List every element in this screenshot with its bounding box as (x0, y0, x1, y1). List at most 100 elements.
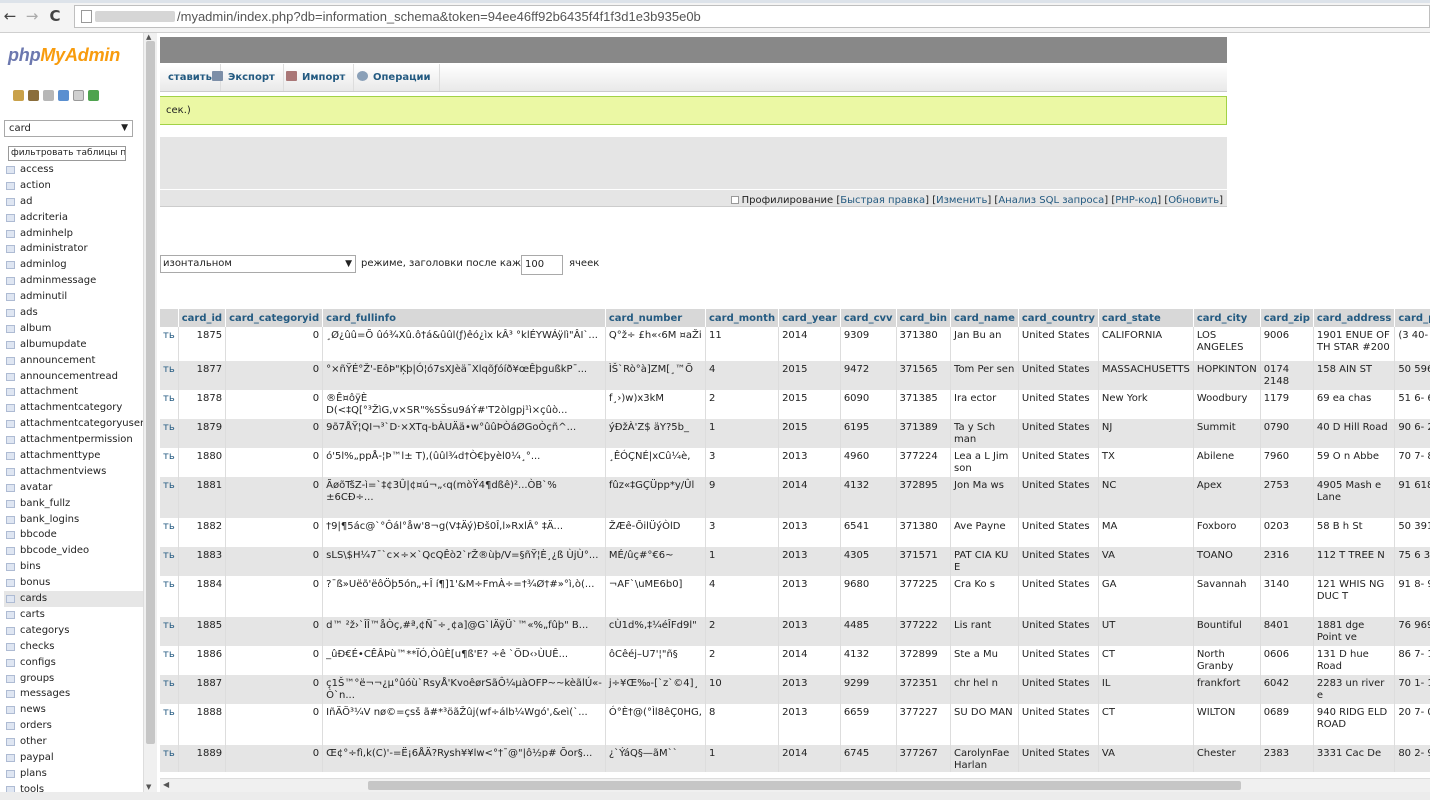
horizontal-scrollbar[interactable]: ◀ (160, 778, 1430, 792)
phpmyadmin-logo[interactable]: phpMyAdmin (8, 45, 120, 66)
sidebar-table-ads[interactable]: ads (4, 305, 143, 321)
sidebar-table-albumupdate[interactable]: albumupdate (4, 337, 143, 353)
column-header-card-cvv[interactable]: card_cvv (840, 309, 897, 327)
sidebar-scrollbar[interactable]: ▲ ▼ (143, 33, 157, 792)
row-action-link[interactable]: ть (160, 477, 179, 518)
row-action-link[interactable]: ть (160, 448, 179, 477)
sidebar-table-configs[interactable]: configs (4, 655, 143, 671)
sidebar-table-groups[interactable]: groups (4, 671, 143, 687)
sidebar-table-messages[interactable]: messages (4, 686, 143, 702)
docs-icon[interactable] (58, 90, 69, 101)
cell-card-country: United States (1018, 646, 1099, 675)
column-header-card-name[interactable]: card_name (950, 309, 1019, 327)
tab-operations[interactable]: Операции (349, 64, 440, 91)
sidebar-table-announcement[interactable]: announcement (4, 353, 143, 369)
repeat-cells-input[interactable]: 100 (521, 255, 563, 275)
database-icon[interactable] (28, 90, 39, 101)
sidebar-table-attachmentviews[interactable]: attachmentviews (4, 464, 143, 480)
refresh-link[interactable]: Обновить (1168, 195, 1219, 206)
row-action-link[interactable]: ть (160, 646, 179, 675)
sidebar-table-bbcode[interactable]: bbcode (4, 527, 143, 543)
sidebar-table-bank-logins[interactable]: bank_logins (4, 512, 143, 528)
php-code-link[interactable]: PHP-код (1115, 195, 1157, 206)
column-header-card-id[interactable]: card_id (178, 309, 227, 327)
tab-export[interactable]: Экспорт (204, 64, 284, 91)
sidebar-table-categorys[interactable]: categorys (4, 623, 143, 639)
profiling-checkbox[interactable] (730, 196, 739, 204)
edit-link[interactable]: Изменить (936, 195, 987, 206)
row-action-link[interactable]: ть (160, 675, 179, 704)
scroll-left-icon[interactable]: ◀ (163, 780, 169, 789)
sidebar-table-adminlog[interactable]: adminlog (4, 257, 143, 273)
tab-import[interactable]: Импорт (278, 64, 355, 91)
sidebar-table-bbcode-video[interactable]: bbcode_video (4, 543, 143, 559)
scroll-up-icon[interactable]: ▲ (146, 33, 151, 41)
row-action-link[interactable]: ть (160, 518, 179, 547)
sidebar-table-action[interactable]: action (4, 178, 143, 194)
sidebar-table-bins[interactable]: bins (4, 559, 143, 575)
column-header-card-year[interactable]: card_year (778, 309, 841, 327)
column-header-card-number[interactable]: card_number (605, 309, 706, 327)
reload-icon[interactable] (88, 90, 99, 101)
column-header-card-fullinfo[interactable]: card_fullinfo (322, 309, 606, 327)
column-header-card-city[interactable]: card_city (1193, 309, 1261, 327)
database-select[interactable]: card ▼ (4, 120, 133, 137)
display-mode-select[interactable]: изонтальном ▼ (160, 255, 356, 273)
sidebar-table-announcementread[interactable]: announcementread (4, 369, 143, 385)
home-icon[interactable] (13, 90, 24, 101)
table-filter-input[interactable]: фильтровать таблицы по (8, 146, 126, 161)
column-header-card-bin[interactable]: card_bin (896, 309, 952, 327)
sidebar-scroll-thumb[interactable] (146, 41, 155, 744)
column-header-card-country[interactable]: card_country (1018, 309, 1099, 327)
sidebar-table-carts[interactable]: carts (4, 607, 143, 623)
sidebar-table-ad[interactable]: ad (4, 194, 143, 210)
address-bar[interactable]: /myadmin/index.php?db=information_schema… (74, 5, 1430, 28)
row-action-link[interactable]: ть (160, 745, 179, 772)
query-icon[interactable] (43, 90, 54, 101)
row-action-link[interactable]: ть (160, 547, 179, 576)
sidebar-table-attachment[interactable]: attachment (4, 384, 143, 400)
column-header-card-zip[interactable]: card_zip (1260, 309, 1314, 327)
sidebar-table-bonus[interactable]: bonus (4, 575, 143, 591)
column-header-card-address[interactable]: card_address (1313, 309, 1396, 327)
sidebar-table-attachmentcategoryuser[interactable]: attachmentcategoryuser (4, 416, 143, 432)
sidebar-table-orders[interactable]: orders (4, 718, 143, 734)
row-action-link[interactable]: ть (160, 576, 179, 617)
horizontal-scroll-thumb[interactable] (368, 781, 1241, 790)
sidebar-table-paypal[interactable]: paypal (4, 750, 143, 766)
scroll-down-icon[interactable]: ▼ (146, 783, 151, 791)
sidebar-table-administrator[interactable]: administrator (4, 241, 143, 257)
column-header-card-state[interactable]: card_state (1098, 309, 1194, 327)
column-header-card-phone[interactable]: card_phone (1394, 309, 1430, 327)
sidebar-table-access[interactable]: access (4, 162, 143, 178)
sidebar-table-news[interactable]: news (4, 702, 143, 718)
help-icon[interactable] (73, 90, 84, 101)
sidebar-table-other[interactable]: other (4, 734, 143, 750)
row-action-link[interactable]: ть (160, 390, 179, 419)
back-button[interactable]: ← (2, 8, 18, 24)
sidebar-table-adminhelp[interactable]: adminhelp (4, 226, 143, 242)
sidebar-table-adminutil[interactable]: adminutil (4, 289, 143, 305)
row-action-link[interactable]: ть (160, 419, 179, 448)
sidebar-table-album[interactable]: album (4, 321, 143, 337)
sidebar-table-adminmessage[interactable]: adminmessage (4, 273, 143, 289)
sidebar-table-checks[interactable]: checks (4, 639, 143, 655)
reload-button[interactable]: C (47, 8, 63, 24)
quick-edit-link[interactable]: Быстрая правка (840, 195, 925, 206)
column-header-card-month[interactable]: card_month (705, 309, 780, 327)
sidebar-table-avatar[interactable]: avatar (4, 480, 143, 496)
row-action-link[interactable]: ть (160, 704, 179, 745)
row-action-link[interactable]: ть (160, 361, 179, 390)
sidebar-table-plans[interactable]: plans (4, 766, 143, 782)
sidebar-table-adcriteria[interactable]: adcriteria (4, 210, 143, 226)
row-action-link[interactable]: ть (160, 327, 179, 361)
sidebar-table-attachmenttype[interactable]: attachmenttype (4, 448, 143, 464)
sidebar-table-attachmentpermission[interactable]: attachmentpermission (4, 432, 143, 448)
sidebar-table-bank-fullz[interactable]: bank_fullz (4, 496, 143, 512)
column-header-card-categoryid[interactable]: card_categoryid (225, 309, 324, 327)
sidebar-table-cards[interactable]: cards (4, 591, 143, 607)
sidebar-table-attachmentcategory[interactable]: attachmentcategory (4, 400, 143, 416)
forward-button[interactable]: → (24, 8, 40, 24)
explain-link[interactable]: Анализ SQL запроса (998, 195, 1104, 206)
row-action-link[interactable]: ть (160, 617, 179, 646)
